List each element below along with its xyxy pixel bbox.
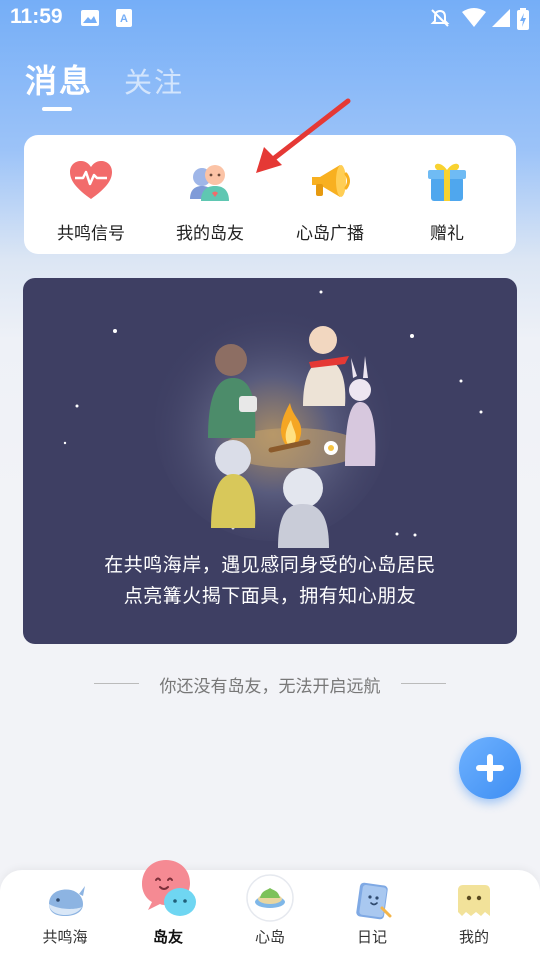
nav-item-island-friends[interactable]: 岛友 <box>118 860 218 960</box>
campfire-illustration <box>155 305 391 548</box>
divider-left <box>94 683 139 684</box>
island-icon <box>246 874 294 922</box>
divider-right <box>401 683 446 684</box>
empty-hint-text: 你还没有岛友，无法开启远航 <box>159 677 381 697</box>
campfire-banner[interactable]: 在共鸣海岸，遇见感同身受的心岛居民 点亮篝火揭下面具，拥有知心朋友 <box>23 278 517 644</box>
empty-hint: 你还没有岛友，无法开启远航 <box>0 672 540 698</box>
add-button[interactable] <box>459 737 521 799</box>
annotation-arrow-icon <box>256 98 351 173</box>
quick-action-gift[interactable]: 赠礼 <box>392 157 502 247</box>
a-text-icon: A <box>116 9 132 27</box>
quick-action-label: 共鸣信号 <box>57 224 125 244</box>
nav-item-diary[interactable]: 日记 <box>322 870 422 960</box>
whale-icon <box>49 886 85 916</box>
nav-label: 日记 <box>356 928 387 946</box>
banner-text-line-1: 在共鸣海岸，遇见感同身受的心岛居民 <box>104 554 436 576</box>
island-friend-icon <box>142 860 196 916</box>
status-time: 11:59 <box>10 5 63 28</box>
nav-label: 岛友 <box>152 928 183 946</box>
gift-icon <box>428 163 466 201</box>
friends-icon <box>190 165 229 201</box>
tab-following[interactable]: 关注 <box>124 61 184 101</box>
image-icon <box>81 10 99 26</box>
mute-icon <box>430 9 450 27</box>
heart-pulse-icon <box>70 161 112 199</box>
quick-action-label: 赠礼 <box>430 224 464 244</box>
nav-label: 心岛 <box>254 928 285 946</box>
nav-item-heart-island[interactable]: 心岛 <box>220 870 320 960</box>
quick-action-resonance-signal[interactable]: 共鸣信号 <box>36 157 146 247</box>
quick-action-label: 心岛广播 <box>296 224 364 244</box>
svg-text:A: A <box>120 13 128 25</box>
signal-icon <box>492 9 510 27</box>
bottom-nav: 共鸣海 岛友 心岛 日记 我的 <box>0 860 540 960</box>
diary-icon <box>356 882 392 920</box>
banner-text-line-2: 点亮篝火揭下面具，拥有知心朋友 <box>123 585 417 607</box>
status-bar: 11:59 A <box>0 0 540 38</box>
battery-charging-icon <box>517 8 529 30</box>
tab-messages[interactable]: 消息 <box>25 56 93 102</box>
quick-action-label: 我的岛友 <box>176 224 244 244</box>
nav-label: 我的 <box>458 928 489 946</box>
quick-action-my-friends[interactable]: 我的岛友 <box>155 157 265 247</box>
nav-label: 共鸣海 <box>42 928 88 946</box>
nav-item-profile[interactable]: 我的 <box>424 870 524 960</box>
tab-indicator <box>42 107 72 111</box>
profile-icon <box>458 885 490 916</box>
nav-item-resonance-sea[interactable]: 共鸣海 <box>15 870 115 960</box>
wifi-icon <box>462 8 486 27</box>
